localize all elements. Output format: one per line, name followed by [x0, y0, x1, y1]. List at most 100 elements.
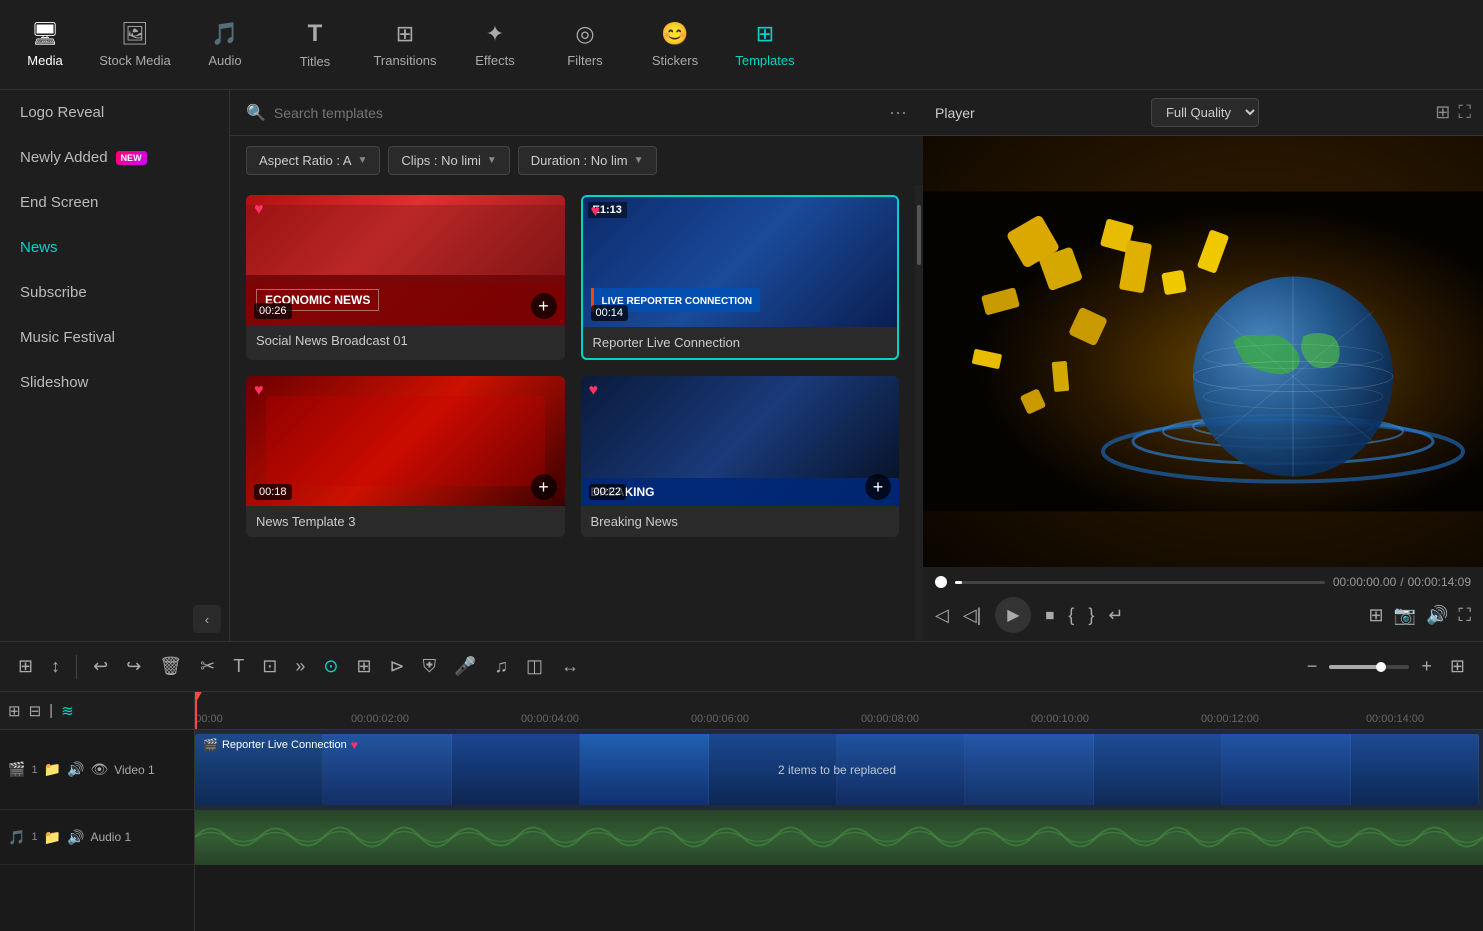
video-lock-icon[interactable]: 🎬 [8, 761, 25, 778]
nav-titles[interactable]: T Titles [270, 0, 360, 89]
progress-dot[interactable] [935, 576, 947, 588]
split-icon[interactable]: | [49, 702, 53, 719]
grid-view-icon[interactable]: ⊞ [1435, 102, 1450, 123]
text-button[interactable]: T [227, 652, 250, 681]
music-button[interactable]: ♫ [489, 652, 515, 681]
template-3-add-button[interactable]: + [531, 474, 557, 500]
template-1-add-button[interactable]: + [531, 293, 557, 319]
detect-button[interactable]: ◫ [520, 652, 549, 681]
sidebar-item-logo-reveal[interactable]: Logo Reveal [0, 90, 229, 135]
motion-button[interactable]: ⊳ [384, 652, 411, 681]
delete-button[interactable]: 🗑 [153, 652, 188, 681]
video-audio-icon[interactable]: 🔊 [67, 761, 84, 778]
video-track[interactable]: 🎬 Reporter Live Connection ♥ 2 items to … [195, 730, 1483, 810]
audio-volume-icon[interactable]: 🔊 [67, 829, 84, 846]
sidebar-item-newly-added[interactable]: Newly Added NEW [0, 135, 229, 180]
step-back-frame-button[interactable]: ◁| [963, 605, 982, 626]
player-area: Player Full Quality ⊞ ⛶ [923, 90, 1483, 641]
stop-button[interactable]: ⏹ [1045, 605, 1054, 626]
ruler-mark-12: 00:00:12:00 [1201, 713, 1259, 725]
sidebar-item-end-screen[interactable]: End Screen [0, 180, 229, 225]
copy-button[interactable]: ⊞ [350, 652, 377, 681]
aspect-ratio-filter[interactable]: Aspect Ratio : A ▼ [246, 146, 380, 175]
multi-select-button[interactable]: ⊞ [12, 652, 39, 681]
player-controls: 00:00:00.00 / 00:00:14:09 ◁ ◁| ▶ ⏹ { } ↵… [923, 567, 1483, 641]
progress-bar[interactable] [955, 581, 1325, 584]
player-preview [923, 136, 1483, 567]
template-card-breaking[interactable]: BREAKING ♥ 00:22 + Breaking News [581, 376, 900, 537]
time-separator: / [1400, 575, 1403, 589]
clip-frame-10 [1351, 734, 1479, 805]
track-select-button[interactable]: ↕ [45, 652, 66, 681]
fullscreen-icon[interactable]: ⛶ [1458, 102, 1471, 123]
nav-stickers[interactable]: 😊 Stickers [630, 0, 720, 89]
sidebar-item-news[interactable]: News [0, 225, 229, 270]
sidebar-item-music-festival[interactable]: Music Festival [0, 315, 229, 360]
fast-forward-button[interactable]: » [289, 652, 311, 681]
clip-frame-4 [580, 734, 708, 805]
audio-track[interactable] [195, 810, 1483, 865]
sidebar-collapse-button[interactable]: ‹ [193, 605, 221, 633]
waveform-svg [195, 810, 1483, 865]
toolbar-right: − + ⊞ [1301, 652, 1471, 681]
timeline-content[interactable]: 00:00 00:00:02:00 00:00:04:00 00:00:06:0… [195, 692, 1483, 931]
search-input[interactable] [274, 105, 881, 121]
step-fwd-button[interactable]: { [1068, 605, 1074, 626]
grid-button[interactable]: ⊞ [1444, 652, 1471, 681]
play-button[interactable]: ▶ [995, 597, 1031, 633]
template-card-social-news[interactable]: ECONOMIC NEWS ♥ 00:26 + Social News Broa… [246, 195, 565, 360]
nav-effects[interactable]: ✦ Effects [450, 0, 540, 89]
sidebar-item-slideshow[interactable]: Slideshow [0, 360, 229, 405]
duration-filter[interactable]: Duration : No lim ▼ [518, 146, 657, 175]
shield-button[interactable]: ⛨ [417, 652, 443, 681]
zoom-out-button[interactable]: − [1301, 652, 1324, 681]
undo-button[interactable]: ↩ [87, 652, 114, 681]
template-card-3[interactable]: ♥ 00:18 + News Template 3 [246, 376, 565, 537]
animate-icon[interactable]: ≋ [61, 702, 74, 720]
nav-templates[interactable]: ⊞ Templates [720, 0, 810, 89]
template-card-reporter-live[interactable]: LIVE REPORTER CONNECTION E1:13 ♥ 00:14 R… [581, 195, 900, 360]
scroll-track[interactable] [915, 185, 923, 641]
zoom-in-button[interactable]: + [1415, 652, 1438, 681]
track-controls-row: ⊞ ⊟ | ≋ [0, 692, 194, 730]
step-back-button[interactable]: ◁ [935, 605, 949, 626]
timeline-toolbar: ⊞ ↕ ↩ ↪ 🗑 ✂ T ⊡ » ⊙ ⊞ ⊳ ⛨ 🎤 ♫ ◫ ↔ − + ⊞ [0, 642, 1483, 692]
video-folder-icon[interactable]: 📁 [44, 761, 61, 778]
audio-folder-icon[interactable]: 📁 [44, 829, 61, 846]
snapshot-button[interactable]: 📷 [1394, 605, 1416, 626]
nav-audio[interactable]: 🎵 Audio [180, 0, 270, 89]
export-button[interactable]: ⊞ [1368, 605, 1383, 626]
ruler-mark-10: 00:00:10:00 [1031, 713, 1089, 725]
crop-button[interactable]: ⊡ [256, 652, 283, 681]
nav-transitions[interactable]: ⊞ Transitions [360, 0, 450, 89]
current-time: 00:00:00.00 [1333, 575, 1396, 589]
link-icon[interactable]: ⊟ [29, 702, 42, 720]
audio-lock-icon[interactable]: 🎵 [8, 829, 25, 846]
fit-screen-icon[interactable]: ⊞ [8, 702, 21, 720]
zoom-track[interactable] [1329, 665, 1409, 669]
more-options-icon[interactable]: ··· [889, 102, 907, 123]
nav-stock-media[interactable]: 🖼 Stock Media [90, 0, 180, 89]
quality-select[interactable]: Full Quality [1151, 98, 1259, 127]
sidebar-newly-added-label: Newly Added [20, 149, 108, 166]
clip-frame-3 [452, 734, 580, 805]
cut-button[interactable]: ✂ [194, 652, 221, 681]
clips-filter[interactable]: Clips : No limi ▼ [388, 146, 509, 175]
circle-effect-button[interactable]: ⊙ [317, 652, 344, 681]
mark-in-button[interactable]: } [1088, 605, 1094, 626]
template-1-favorite-icon: ♥ [254, 201, 264, 219]
sidebar-item-subscribe[interactable]: Subscribe [0, 270, 229, 315]
video-clip[interactable]: 🎬 Reporter Live Connection ♥ 2 items to … [195, 734, 1479, 805]
mic-button[interactable]: 🎤 [448, 652, 482, 681]
volume-button[interactable]: 🔊 [1426, 605, 1448, 626]
nav-media[interactable]: 🖥 Media [0, 0, 90, 89]
redo-button[interactable]: ↪ [120, 652, 147, 681]
nav-filters[interactable]: ◎ Filters [540, 0, 630, 89]
fullscreen-button[interactable]: ⛶ [1458, 605, 1471, 626]
mark-out-button[interactable]: ↵ [1108, 605, 1123, 626]
video-eye-icon[interactable]: 👁 [90, 761, 108, 778]
resize-button[interactable]: ↔ [555, 652, 585, 681]
template-4-add-button[interactable]: + [865, 474, 891, 500]
template-1-name: Social News Broadcast 01 [246, 325, 565, 356]
duration-chevron: ▼ [634, 155, 644, 166]
